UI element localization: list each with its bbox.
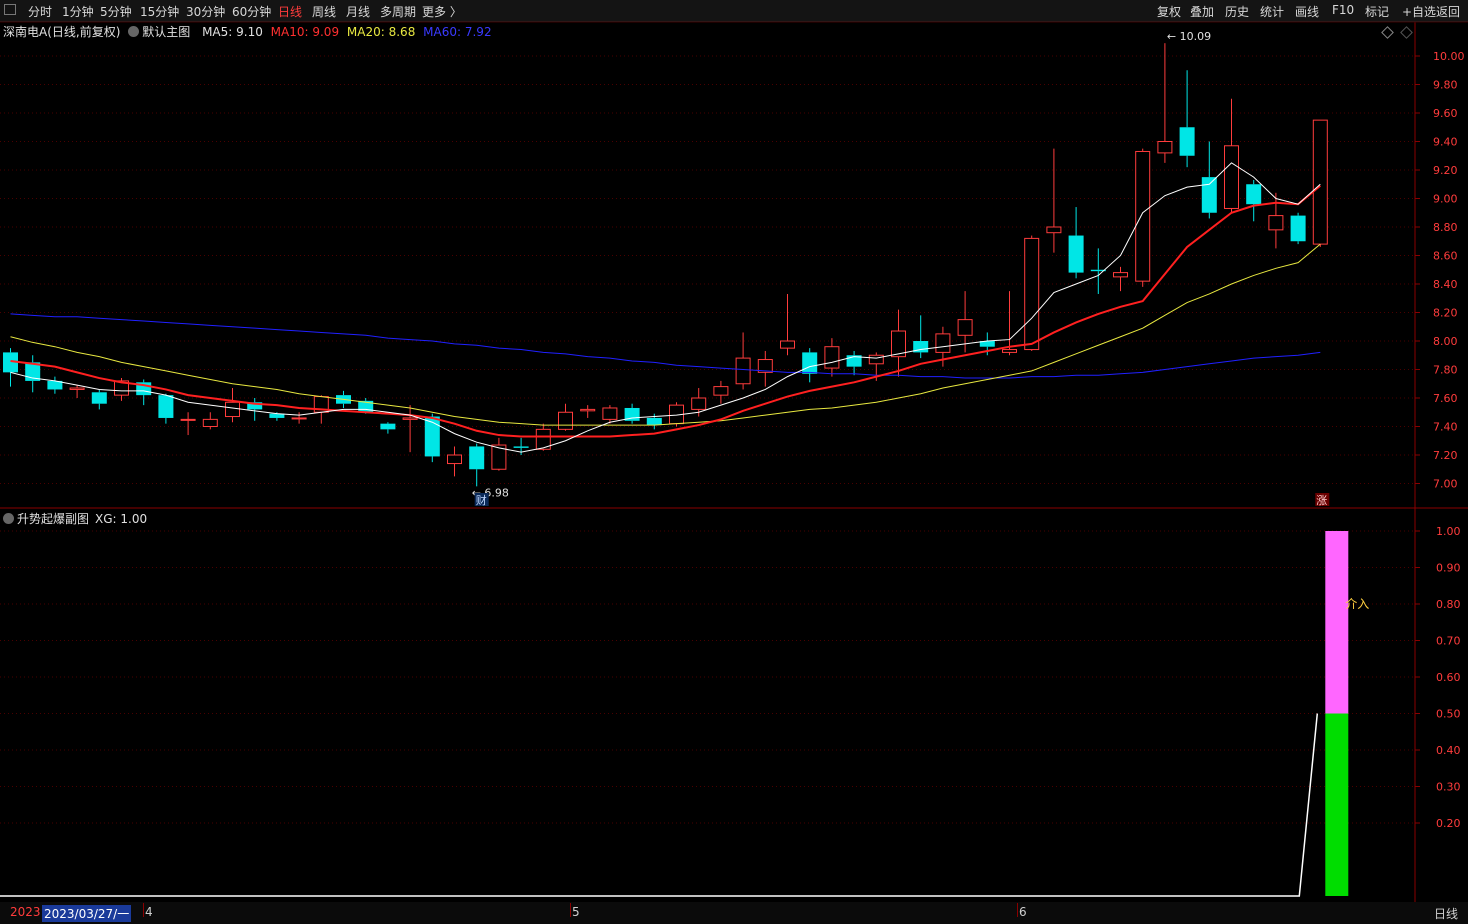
sub-ytick-label: 0.50 [1436, 708, 1461, 721]
date-label-1: 2023/03/27/一 [42, 905, 132, 922]
candle-body [868, 354, 884, 365]
candle-body [91, 392, 107, 404]
xg-bar-top [1325, 531, 1349, 714]
candle-body [1157, 141, 1173, 154]
candle-body [802, 352, 818, 374]
candle-body [225, 401, 240, 418]
template-label: 默认主图 [142, 25, 191, 39]
candle-body [513, 446, 529, 448]
sub-ytick-label: 1.00 [1436, 525, 1461, 538]
sub-ytick-label: 0.40 [1436, 744, 1461, 757]
xg-bar-bottom [1325, 713, 1349, 896]
main-ytick-label: 10.00 [1433, 50, 1465, 63]
main-ytick-label: 8.20 [1433, 307, 1458, 320]
ma20-label: MA20: 8.68 [346, 25, 416, 39]
sub-ytick-label: 0.70 [1436, 635, 1461, 648]
up-badge: 涨 [1316, 494, 1327, 507]
candle-body [69, 387, 85, 390]
candle-body [646, 417, 662, 426]
candle-body [558, 411, 573, 430]
date-tick [143, 903, 144, 917]
candle-body [469, 446, 485, 470]
candle-body [1002, 349, 1017, 353]
candle-body [957, 319, 973, 336]
candle-body [1046, 226, 1062, 234]
stock-title[interactable]: 深南电A(日线,前复权) [3, 25, 120, 39]
ma60-line [10, 313, 1321, 379]
candle-body [1113, 272, 1128, 278]
candle-body [1201, 177, 1217, 213]
sub-ytick-label: 0.30 [1436, 781, 1461, 794]
candle-body [935, 333, 951, 353]
ma10-label: MA10: 9.09 [270, 25, 340, 39]
date-tick [1017, 903, 1018, 917]
main-chart-header: 深南电A(日线,前复权) 默认主图 MA5: 9.10 MA10: 9.09 M… [3, 23, 496, 40]
candle-body [602, 407, 618, 420]
candle-body [691, 397, 707, 410]
main-ytick-label: 9.80 [1433, 79, 1458, 92]
candle-body [1268, 215, 1284, 231]
main-ytick-label: 8.80 [1433, 221, 1458, 234]
sub-template-icon[interactable] [3, 513, 14, 524]
period-label: 日线 [1433, 907, 1458, 921]
main-ytick-label: 7.20 [1433, 449, 1458, 462]
candle-body [1290, 215, 1306, 242]
sub-ytick-label: 0.90 [1436, 562, 1461, 575]
candle-body [1068, 235, 1084, 273]
main-ytick-label: 7.00 [1433, 478, 1458, 491]
candle-body [380, 423, 396, 430]
fin-badge: 财 [476, 493, 487, 507]
candle-body [1179, 127, 1195, 156]
high-price-label: ← 10.09 [1167, 30, 1211, 43]
main-ytick-label: 7.80 [1433, 364, 1458, 377]
main-ytick-label: 9.40 [1433, 136, 1458, 149]
candle-body [580, 408, 596, 412]
candle-body [780, 340, 795, 349]
candle-body [1312, 119, 1328, 245]
date-tick [570, 903, 571, 917]
ma5-label: MA5: 9.10 [202, 25, 263, 39]
main-ytick-label: 9.00 [1433, 193, 1458, 206]
candle-body [1224, 145, 1239, 209]
sub-indicator-value: XG: 1.00 [95, 512, 148, 526]
sub-ytick-label: 0.80 [1436, 598, 1461, 611]
main-ytick-label: 8.00 [1433, 335, 1458, 348]
main-ytick-label: 9.60 [1433, 107, 1458, 120]
candle-body [158, 395, 174, 418]
main-ytick-label: 8.40 [1433, 278, 1458, 291]
date-label-3: 5 [572, 905, 580, 919]
ma5-line [10, 162, 1321, 453]
candle-body [202, 418, 218, 427]
sub-ytick-label: 0.20 [1436, 817, 1461, 830]
candle-body [291, 417, 307, 420]
sub-ytick-label: 0.60 [1436, 671, 1461, 684]
main-ytick-label: 9.20 [1433, 164, 1458, 177]
chart-area: 10.00 9.80 9.60 9.40 9.20 9.00 8.80 8.60 8.40 8.2… [0, 21, 1468, 902]
date-label-4: 6 [1019, 905, 1027, 919]
template-select[interactable]: 默认主图 [128, 25, 194, 39]
candle-body [824, 346, 840, 369]
ma60-label: MA60: 7.92 [423, 25, 492, 39]
candle-body [402, 417, 418, 420]
ma10-line [10, 184, 1321, 438]
candle-body [447, 454, 462, 465]
candle-body [1246, 184, 1262, 205]
sub-chart-header: 升势起爆副图 XG: 1.00 [3, 510, 147, 527]
date-axis-bar [0, 902, 1468, 924]
template-chevron-icon [128, 26, 140, 37]
entry-marker-label: 介入 [1345, 597, 1369, 611]
date-label-0: 2023 [10, 905, 41, 919]
xg-signal-line [0, 713, 1319, 897]
date-label-2: 4 [145, 905, 153, 919]
candle-body [735, 357, 751, 385]
candle-body [1135, 150, 1151, 282]
candle-body [180, 418, 196, 421]
main-ytick-label: 7.40 [1433, 421, 1458, 434]
sub-indicator-name[interactable]: 升势起爆副图 [17, 512, 89, 526]
main-ytick-label: 8.60 [1433, 250, 1458, 263]
main-ytick-label: 7.60 [1433, 392, 1458, 405]
candle-body [1024, 237, 1040, 351]
candle-body [713, 386, 729, 396]
